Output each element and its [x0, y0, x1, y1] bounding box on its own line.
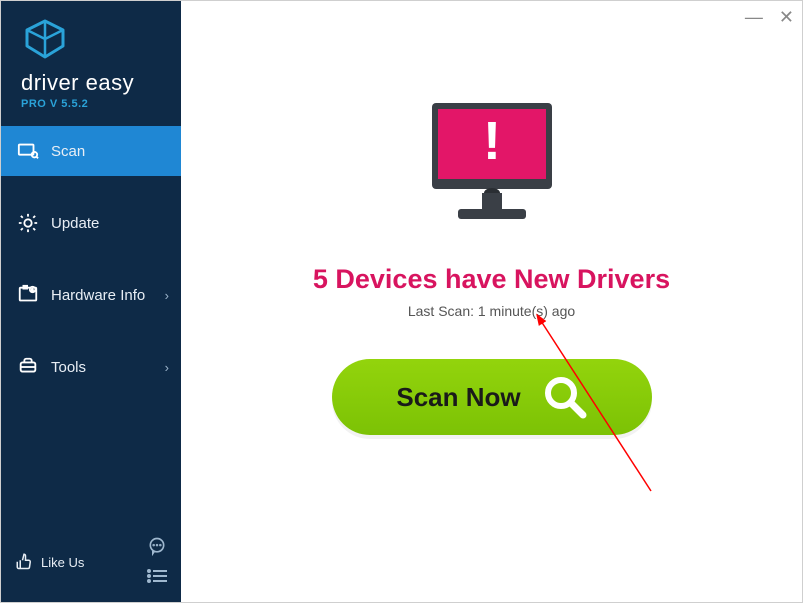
version-label: PRO V 5.5.2 [21, 98, 181, 110]
sidebar-item-tools[interactable]: Tools › [1, 342, 181, 392]
app-window: — ✕ driver easy PRO V 5.5.2 [0, 0, 803, 603]
sidebar-item-label: Tools [51, 359, 86, 376]
feedback-icon[interactable] [147, 536, 167, 561]
scan-now-label: Scan Now [396, 382, 520, 413]
like-us-button[interactable]: Like Us [15, 552, 84, 573]
sidebar-footer: Like Us [1, 526, 181, 602]
status-headline: 5 Devices have New Drivers [313, 264, 670, 295]
sidebar-item-label: Hardware Info [51, 287, 145, 304]
sidebar-nav: Scan Update 1 [1, 126, 181, 414]
chevron-right-icon: › [165, 288, 169, 303]
tools-icon [17, 356, 39, 378]
like-us-label: Like Us [41, 555, 84, 570]
menu-icon[interactable] [147, 569, 167, 588]
logo-icon [21, 19, 181, 64]
scan-icon [17, 140, 39, 162]
sidebar-item-update[interactable]: Update [1, 198, 181, 248]
logo-block: driver easy PRO V 5.5.2 [1, 1, 181, 120]
monitor-alert-icon: ! [412, 93, 572, 238]
chevron-right-icon: › [165, 360, 169, 375]
brand-name: driver easy [21, 70, 181, 96]
sidebar-item-hardware-info[interactable]: 1 Hardware Info › [1, 270, 181, 320]
update-icon [17, 212, 39, 234]
svg-text:!: ! [483, 111, 501, 171]
minimize-button[interactable]: — [745, 7, 763, 28]
main-panel: ! 5 Devices have New Drivers Last Scan: … [181, 1, 802, 602]
thumbs-up-icon [15, 552, 33, 573]
close-button[interactable]: ✕ [779, 7, 794, 28]
sidebar: driver easy PRO V 5.5.2 Scan [1, 1, 181, 602]
last-scan-text: Last Scan: 1 minute(s) ago [408, 303, 575, 319]
sidebar-item-label: Scan [51, 143, 85, 160]
hardware-info-icon: 1 [17, 284, 39, 306]
search-icon [541, 373, 587, 422]
scan-now-button[interactable]: Scan Now [332, 359, 652, 435]
window-controls: — ✕ [745, 7, 794, 28]
footer-icons [147, 536, 167, 588]
sidebar-item-label: Update [51, 215, 99, 232]
sidebar-item-scan[interactable]: Scan [1, 126, 181, 176]
